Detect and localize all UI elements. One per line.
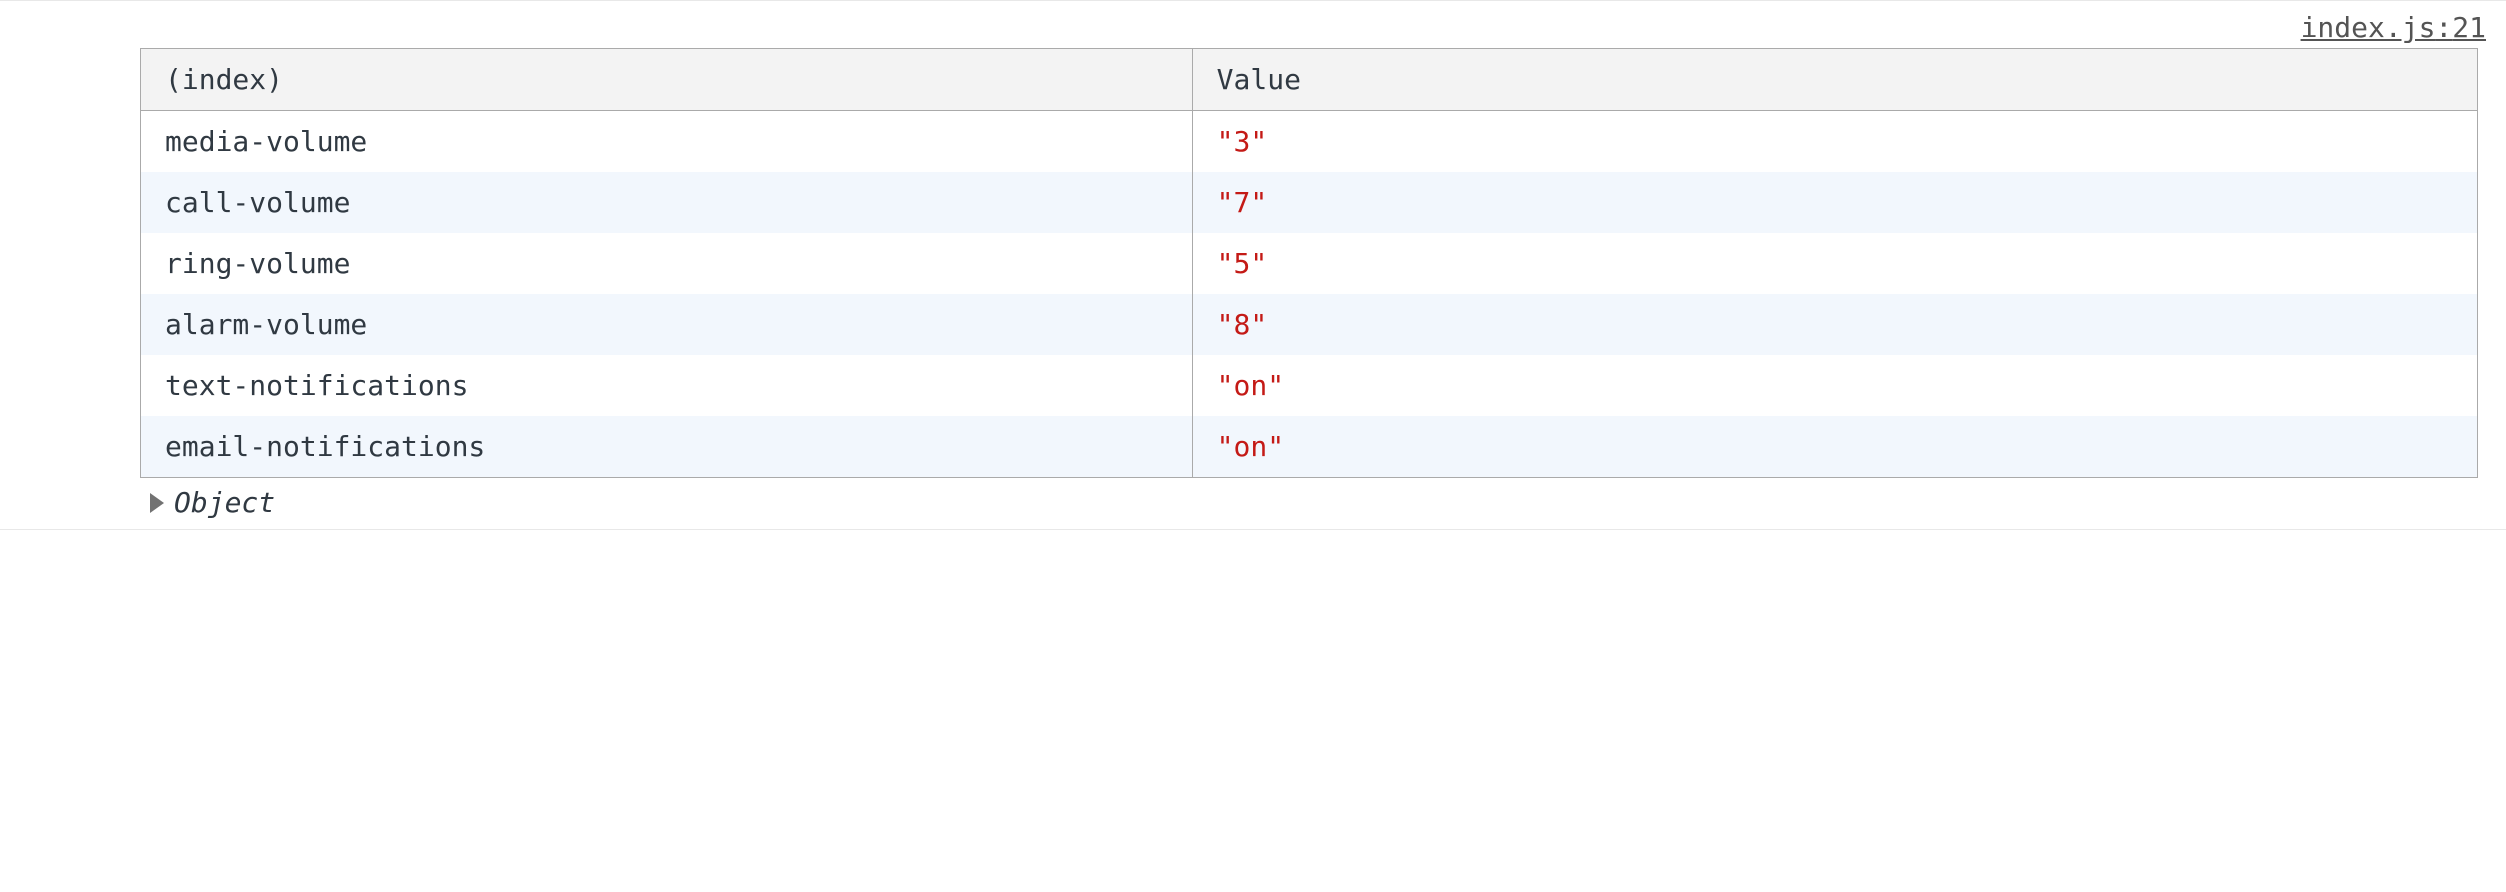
- cell-index: call-volume: [141, 172, 1193, 233]
- table-row[interactable]: alarm-volume "8": [141, 294, 2478, 355]
- table-header-row: (index) Value: [141, 49, 2478, 111]
- table-row[interactable]: email-notifications "on": [141, 416, 2478, 478]
- source-link[interactable]: index.js:21: [2301, 11, 2486, 44]
- cell-index: ring-volume: [141, 233, 1193, 294]
- string-value: "on": [1217, 369, 1284, 402]
- cell-index: email-notifications: [141, 416, 1193, 478]
- cell-value: "3": [1192, 111, 2477, 173]
- console-table: (index) Value media-volume "3" call-volu…: [140, 48, 2478, 478]
- cell-value: "on": [1192, 355, 2477, 416]
- console-table-wrap: (index) Value media-volume "3" call-volu…: [0, 48, 2506, 478]
- object-label: Object: [174, 486, 275, 519]
- table-row[interactable]: call-volume "7": [141, 172, 2478, 233]
- table-row[interactable]: media-volume "3": [141, 111, 2478, 173]
- cell-value: "5": [1192, 233, 2477, 294]
- cell-value: "on": [1192, 416, 2477, 478]
- table-row[interactable]: text-notifications "on": [141, 355, 2478, 416]
- cell-index: text-notifications: [141, 355, 1193, 416]
- source-line: 21: [2452, 11, 2486, 44]
- header-value[interactable]: Value: [1192, 49, 2477, 111]
- string-value: "7": [1217, 186, 1268, 219]
- source-link-container: index.js:21: [0, 11, 2506, 44]
- cell-index: media-volume: [141, 111, 1193, 173]
- object-expander[interactable]: Object: [0, 478, 2506, 519]
- chevron-right-icon: [150, 493, 164, 513]
- string-value: "on": [1217, 430, 1284, 463]
- string-value: "5": [1217, 247, 1268, 280]
- cell-index: alarm-volume: [141, 294, 1193, 355]
- source-file: index.js: [2301, 11, 2436, 44]
- console-entry: index.js:21 (index) Value media-volume "…: [0, 0, 2506, 530]
- cell-value: "7": [1192, 172, 2477, 233]
- cell-value: "8": [1192, 294, 2477, 355]
- header-index[interactable]: (index): [141, 49, 1193, 111]
- table-row[interactable]: ring-volume "5": [141, 233, 2478, 294]
- string-value: "3": [1217, 125, 1268, 158]
- string-value: "8": [1217, 308, 1268, 341]
